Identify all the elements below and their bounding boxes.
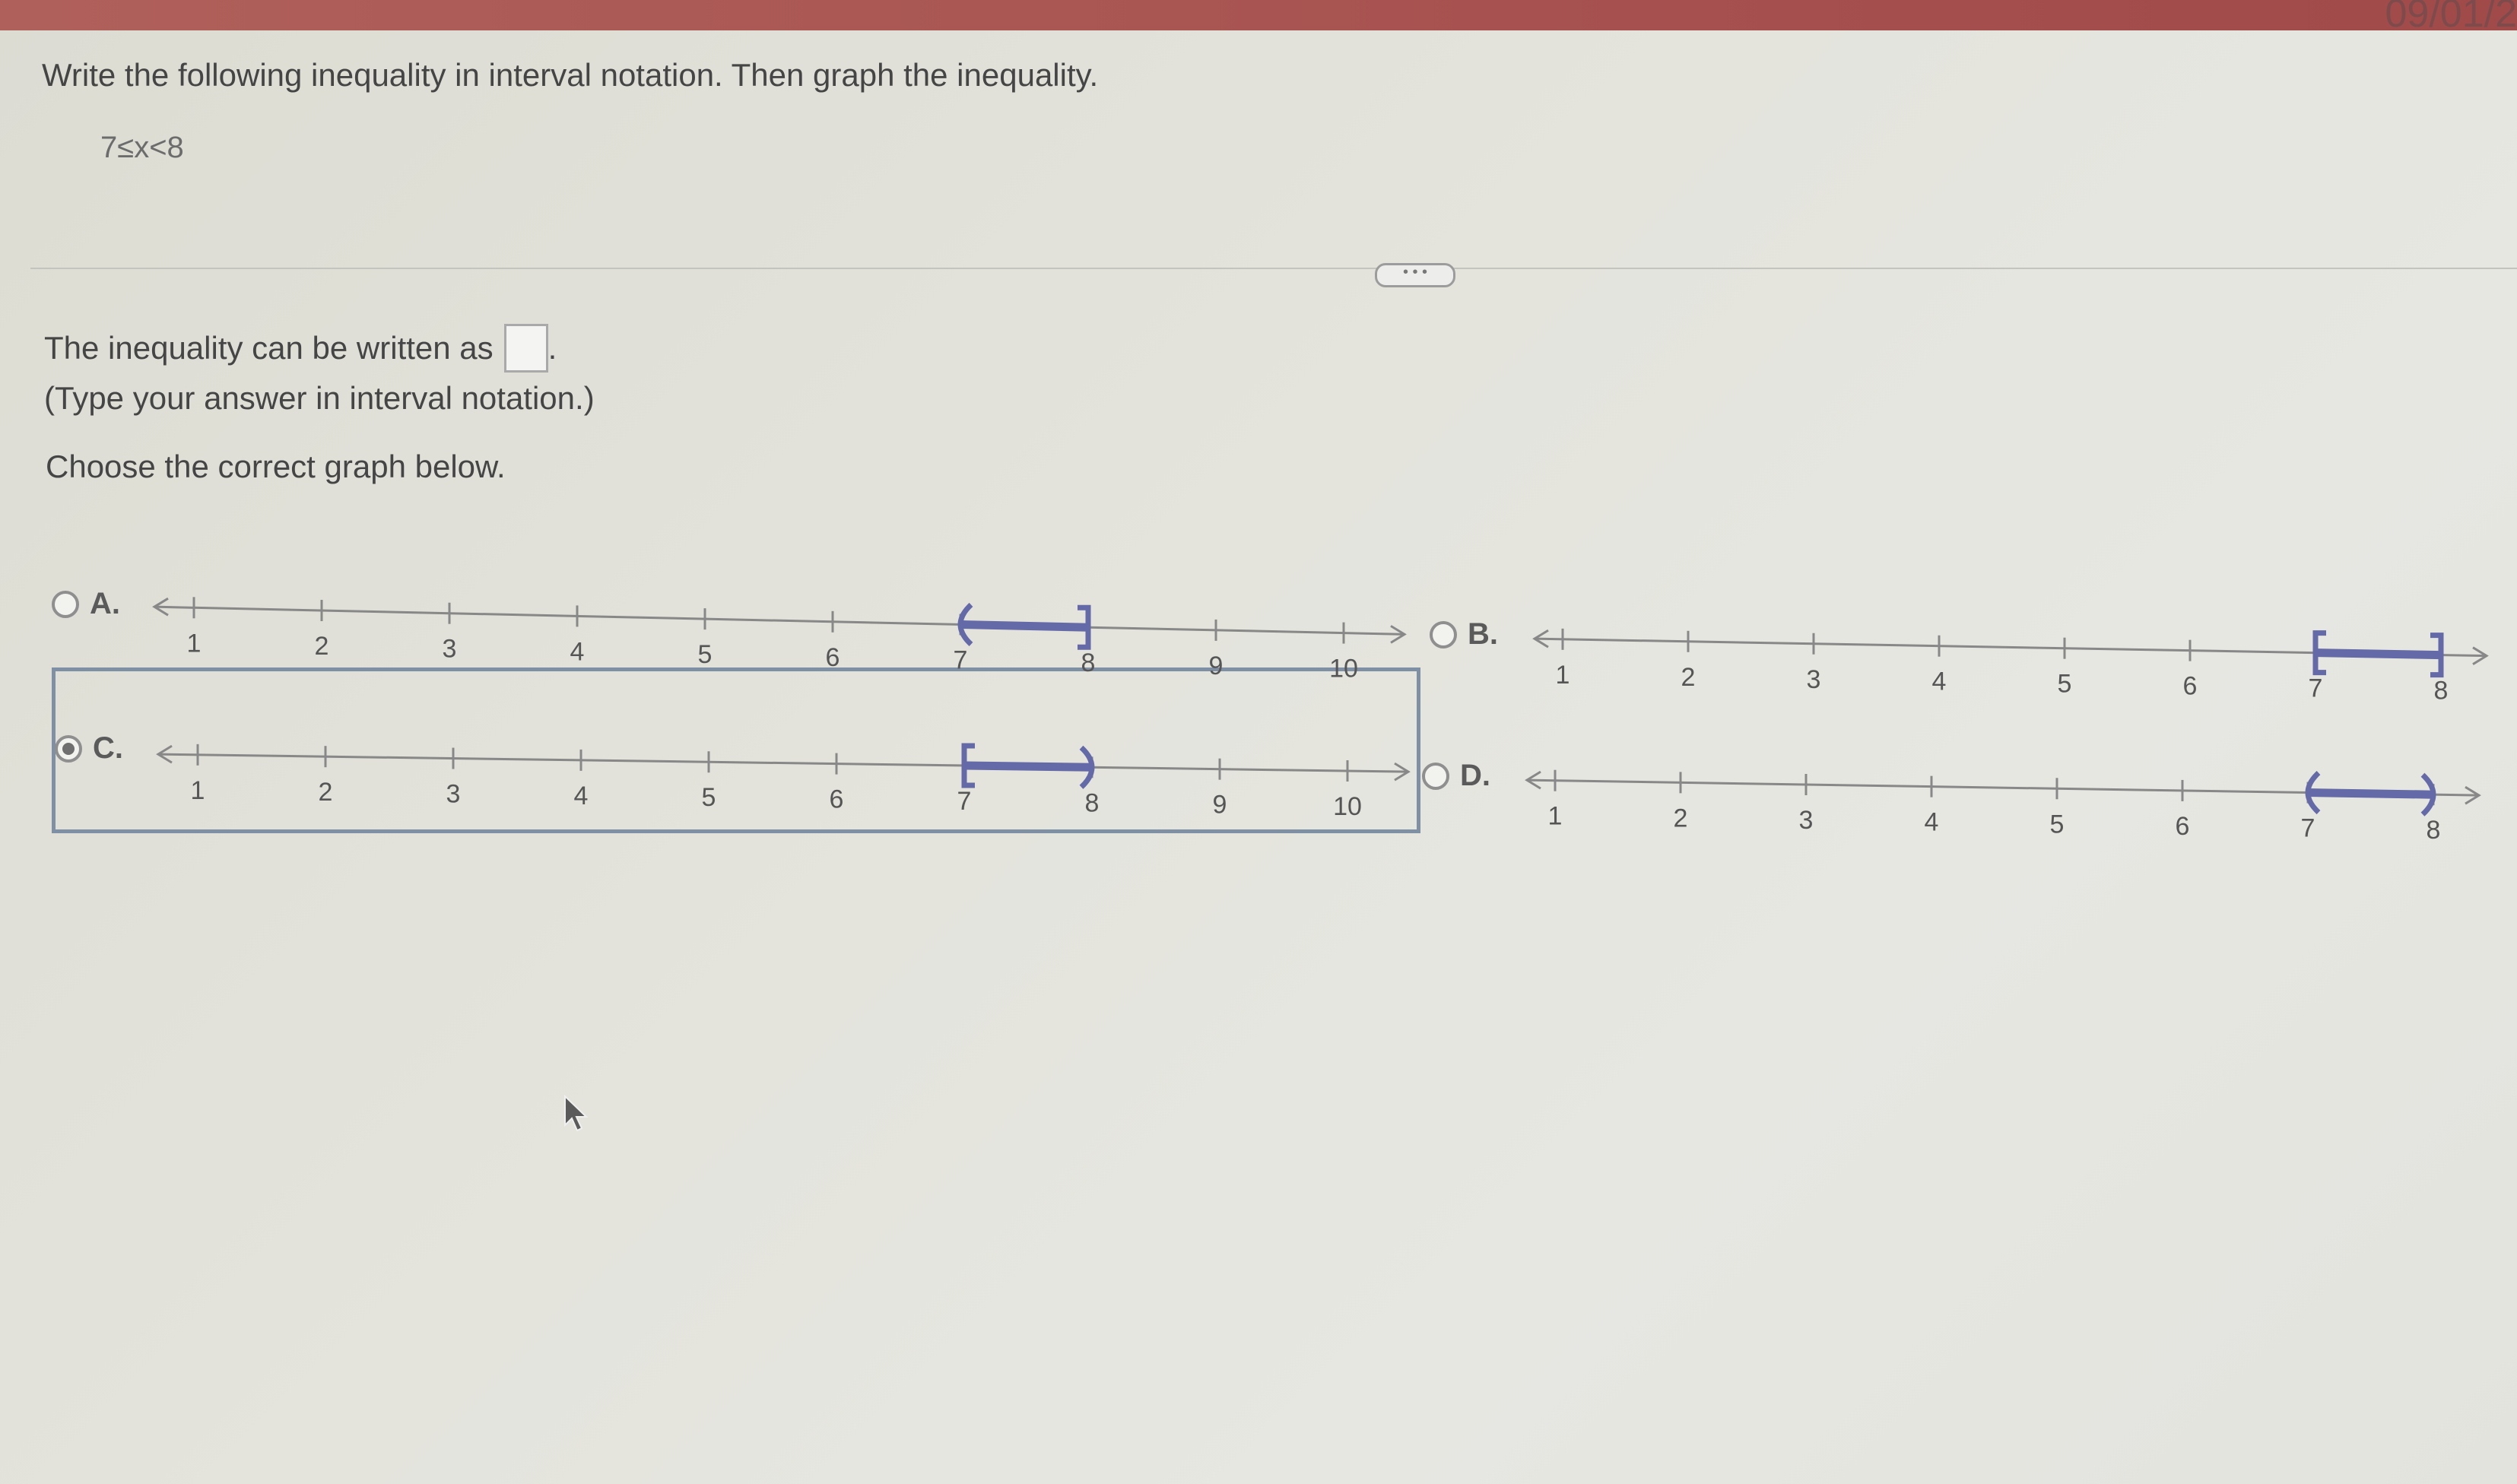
option-d-letter: D.: [1460, 759, 1490, 792]
tick-label: 3: [446, 780, 461, 809]
tick-label: 8: [1085, 788, 1100, 817]
choose-prompt: Choose the correct graph below.: [46, 449, 506, 484]
answer-line: The inequality can be written as .: [44, 324, 557, 373]
tick-label: 6: [2183, 672, 2198, 701]
tick-label: 5: [2058, 670, 2072, 699]
option-c[interactable]: C.: [55, 731, 123, 766]
inequality-expression: 7≤x<8: [100, 131, 184, 164]
tick-label: 8: [2427, 816, 2441, 845]
option-a-number-line: 1 2 3 4 5 6 7 8 9 10: [152, 597, 1407, 683]
option-b-letter: B.: [1468, 617, 1498, 651]
tick-label: 7: [2309, 674, 2323, 703]
header-date: 09/01/2: [2385, 0, 2517, 36]
tick-label: 6: [2176, 812, 2190, 841]
option-d[interactable]: D.: [1422, 759, 1490, 793]
tick-label: 2: [315, 632, 329, 661]
answer-hint: (Type your answer in interval notation.): [44, 380, 595, 416]
tick-label: 4: [574, 782, 589, 810]
tick-label: 1: [1556, 661, 1570, 690]
interval-segment: [960, 620, 1089, 632]
option-b-number-line: 1 2 3 4 5 6 7 8: [1532, 628, 2489, 706]
answer-suffix: .: [548, 330, 557, 366]
tick-label: 5: [702, 783, 716, 812]
tick-label: 6: [830, 785, 844, 814]
tick-label: 9: [1213, 791, 1227, 820]
tick-label: 6: [826, 643, 840, 672]
tick-label: 1: [1548, 802, 1563, 831]
option-b[interactable]: B.: [1430, 617, 1498, 652]
tick-label: 1: [191, 776, 205, 805]
tick-label: 3: [1799, 806, 1814, 835]
tick-label: 10: [1329, 655, 1358, 683]
mouse-cursor-icon: [564, 1095, 589, 1132]
option-a[interactable]: A.: [52, 587, 120, 621]
tick-label: 7: [957, 787, 972, 816]
tick-label: 3: [1807, 665, 1821, 694]
tick-label: 2: [1681, 663, 1696, 692]
option-d-number-line: 1 2 3 4 5 6 7 8: [1525, 769, 2481, 845]
more-button[interactable]: • • •: [1375, 263, 1455, 287]
tick-label: 10: [1333, 792, 1362, 821]
option-c-letter: C.: [93, 731, 123, 765]
option-c-radio[interactable]: [55, 734, 82, 763]
tick-label: 3: [443, 635, 457, 664]
tick-label: 1: [187, 629, 202, 658]
tick-label: 5: [2050, 810, 2065, 839]
option-d-radio[interactable]: [1422, 762, 1449, 790]
question-instruction: Write the following inequality in interv…: [42, 57, 1099, 93]
tick-label: 8: [2434, 677, 2449, 706]
tick-label: 7: [954, 645, 968, 674]
option-a-radio[interactable]: [52, 590, 79, 618]
option-c-number-line: 1 2 3 4 5 6 7 8 9 10: [156, 743, 1411, 821]
interval-answer-input[interactable]: [503, 324, 548, 373]
divider: [30, 268, 2517, 269]
top-bar: 09/01/2: [0, 0, 2517, 36]
tick-label: 2: [1674, 804, 1688, 832]
tick-label: 7: [2301, 814, 2315, 843]
answer-prefix: The inequality can be written as: [44, 330, 494, 366]
option-b-radio[interactable]: [1430, 620, 1457, 648]
tick-label: 4: [570, 637, 585, 666]
tick-label: 2: [319, 778, 333, 807]
option-a-letter: A.: [90, 587, 120, 620]
tick-label: 9: [1209, 652, 1224, 680]
tick-label: 5: [698, 640, 713, 669]
tick-label: 4: [1925, 808, 1939, 837]
interval-segment: [963, 761, 1093, 772]
interval-segment: [2315, 648, 2442, 660]
tick-label: 8: [1081, 648, 1096, 677]
tick-label: 4: [1932, 667, 1947, 696]
interval-segment: [2307, 788, 2434, 799]
